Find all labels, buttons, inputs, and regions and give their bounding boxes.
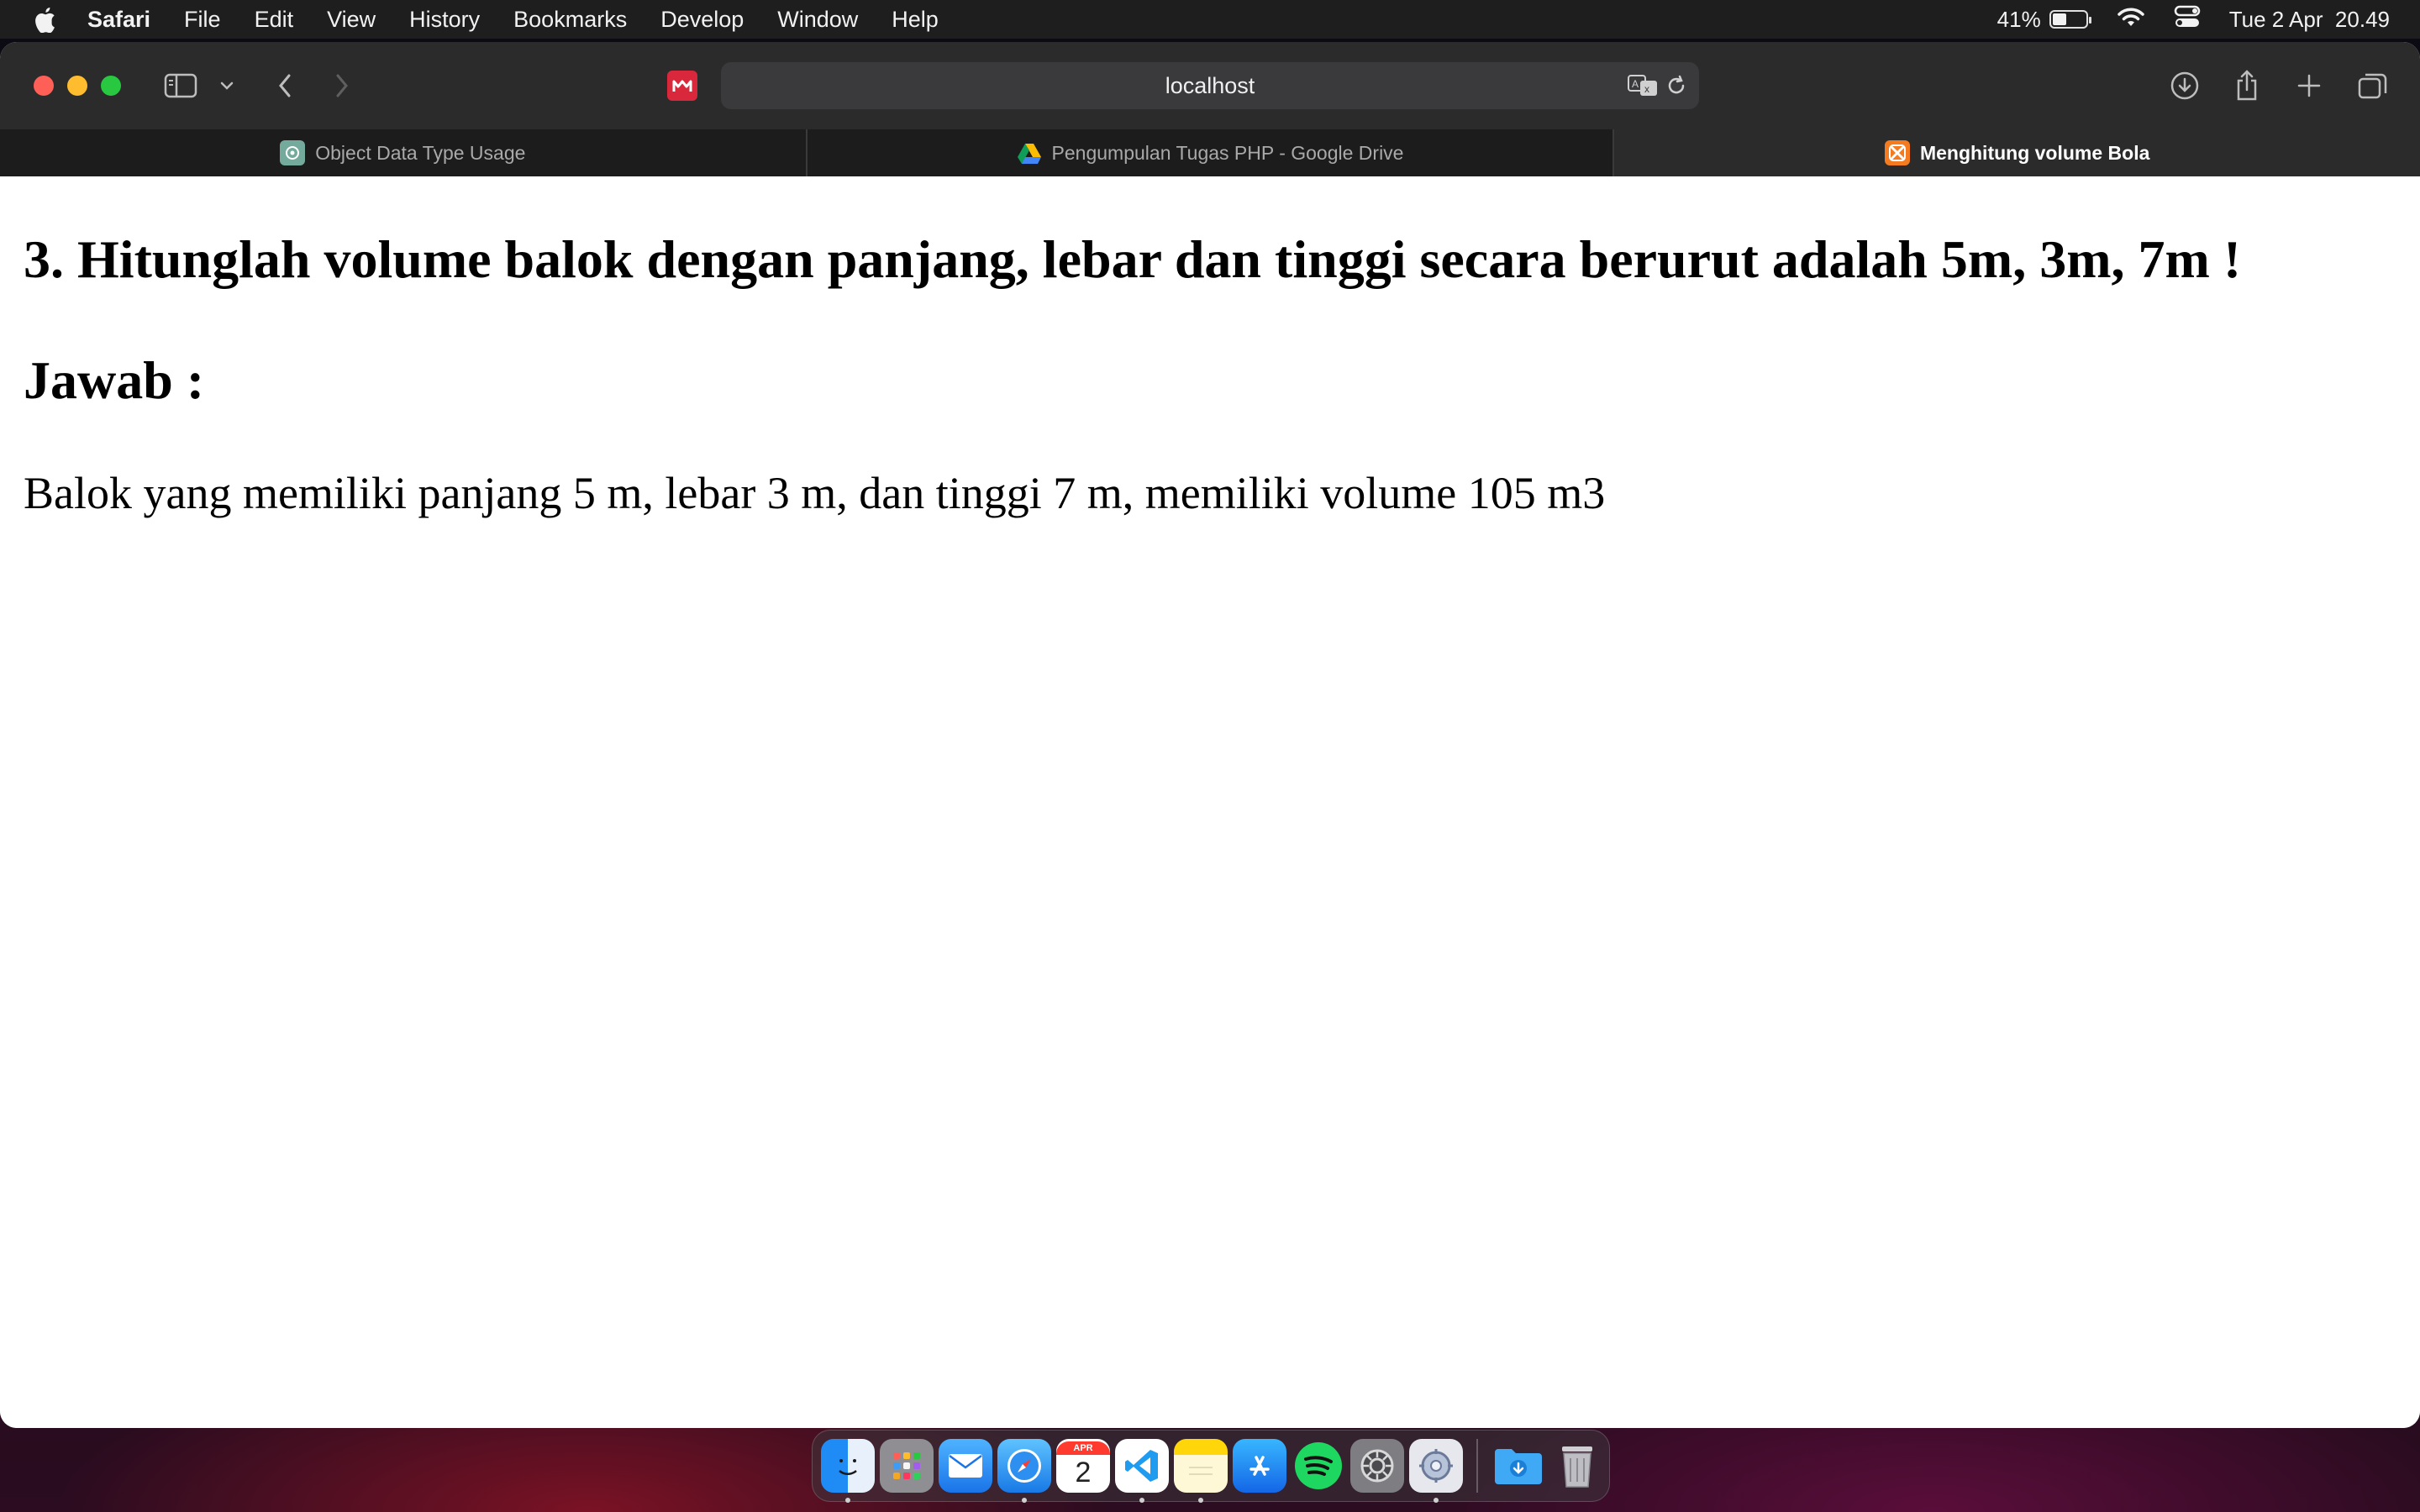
menu-history[interactable]: History <box>409 7 480 33</box>
calendar-icon[interactable]: APR 2 <box>1056 1439 1110 1493</box>
finder-icon[interactable] <box>821 1439 875 1503</box>
svg-text:A: A <box>1632 78 1639 90</box>
tab-label: Menghitung volume Bola <box>1919 141 2150 164</box>
wifi-icon[interactable] <box>2117 6 2145 34</box>
calendar-day: 2 <box>1075 1457 1092 1488</box>
menu-bar: Safari File Edit View History Bookmarks … <box>0 0 2420 39</box>
tab-label: Object Data Type Usage <box>315 141 526 164</box>
tab-google-drive[interactable]: Pengumpulan Tugas PHP - Google Drive <box>808 129 1615 176</box>
address-bar[interactable]: localhost Ax <box>721 62 1699 109</box>
launchpad-icon[interactable] <box>880 1439 934 1493</box>
system-settings-icon[interactable] <box>1350 1439 1404 1493</box>
menu-window[interactable]: Window <box>777 7 858 33</box>
share-icon[interactable] <box>2232 67 2262 104</box>
back-icon[interactable] <box>272 67 297 104</box>
maximize-window-button[interactable] <box>101 76 121 96</box>
browser-window: localhost Ax Object Data Type Usage Peng… <box>0 42 2420 1428</box>
clock[interactable]: Tue 2 Apr 20.49 <box>2229 7 2390 33</box>
svg-text:x: x <box>1644 83 1649 95</box>
tab-overview-icon[interactable] <box>2356 67 2390 104</box>
question-heading: 3. Hitunglah volume balok dengan panjang… <box>24 229 2242 289</box>
google-drive-icon <box>1017 140 1042 165</box>
download-icon[interactable] <box>2168 67 2202 104</box>
tab-label: Pengumpulan Tugas PHP - Google Drive <box>1051 141 1404 164</box>
tab-menghitung-volume-bola[interactable]: Menghitung volume Bola <box>1614 129 2420 176</box>
menu-develop[interactable]: Develop <box>660 7 744 33</box>
xampp-icon <box>1884 140 1910 165</box>
tab-bar: Object Data Type Usage Pengumpulan Tugas… <box>0 129 2420 176</box>
page-content: 3. Hitunglah volume balok dengan panjang… <box>0 176 2420 1428</box>
reload-icon[interactable] <box>1665 74 1687 103</box>
menu-view[interactable]: View <box>327 7 376 33</box>
chatgpt-icon <box>280 140 306 165</box>
battery-percent: 41% <box>1996 6 2041 32</box>
safari-icon[interactable] <box>997 1439 1051 1503</box>
browser-toolbar: localhost Ax <box>0 42 2420 129</box>
answer-text: Balok yang memiliki panjang 5 m, lebar 3… <box>24 468 1606 518</box>
tab-object-data-type-usage[interactable]: Object Data Type Usage <box>0 129 808 176</box>
answer-heading: Jawab : <box>24 350 205 410</box>
trash-icon[interactable] <box>1550 1439 1604 1493</box>
dock: APR 2 <box>812 1430 1610 1503</box>
menu-help[interactable]: Help <box>892 7 939 33</box>
notes-icon[interactable] <box>1174 1439 1228 1503</box>
vscode-icon[interactable] <box>1115 1439 1169 1503</box>
downloads-folder-icon[interactable] <box>1491 1439 1545 1493</box>
chevron-down-icon[interactable] <box>217 67 237 104</box>
control-center-icon[interactable] <box>2174 5 2201 34</box>
translate-icon[interactable]: Ax <box>1627 72 1659 103</box>
menu-file[interactable]: File <box>184 7 221 33</box>
menu-bookmarks[interactable]: Bookmarks <box>513 7 627 33</box>
app-store-icon[interactable] <box>1233 1439 1286 1493</box>
utility-icon[interactable] <box>1409 1439 1463 1503</box>
extension-icon[interactable] <box>666 67 699 104</box>
apple-menu-icon[interactable] <box>32 5 57 34</box>
menu-edit[interactable]: Edit <box>255 7 294 33</box>
new-tab-icon[interactable] <box>2294 67 2324 104</box>
menu-app-name[interactable]: Safari <box>87 7 150 33</box>
mail-icon[interactable] <box>939 1439 992 1493</box>
minimize-window-button[interactable] <box>67 76 87 96</box>
sidebar-icon[interactable] <box>163 67 198 104</box>
battery-status[interactable]: 41% <box>1996 6 2091 33</box>
close-window-button[interactable] <box>34 76 54 96</box>
address-text: localhost <box>1165 72 1255 98</box>
dock-separator <box>1476 1439 1478 1493</box>
battery-icon <box>2049 10 2091 29</box>
spotify-icon[interactable] <box>1292 1439 1345 1493</box>
forward-icon[interactable] <box>329 67 355 104</box>
calendar-month: APR <box>1056 1441 1110 1455</box>
